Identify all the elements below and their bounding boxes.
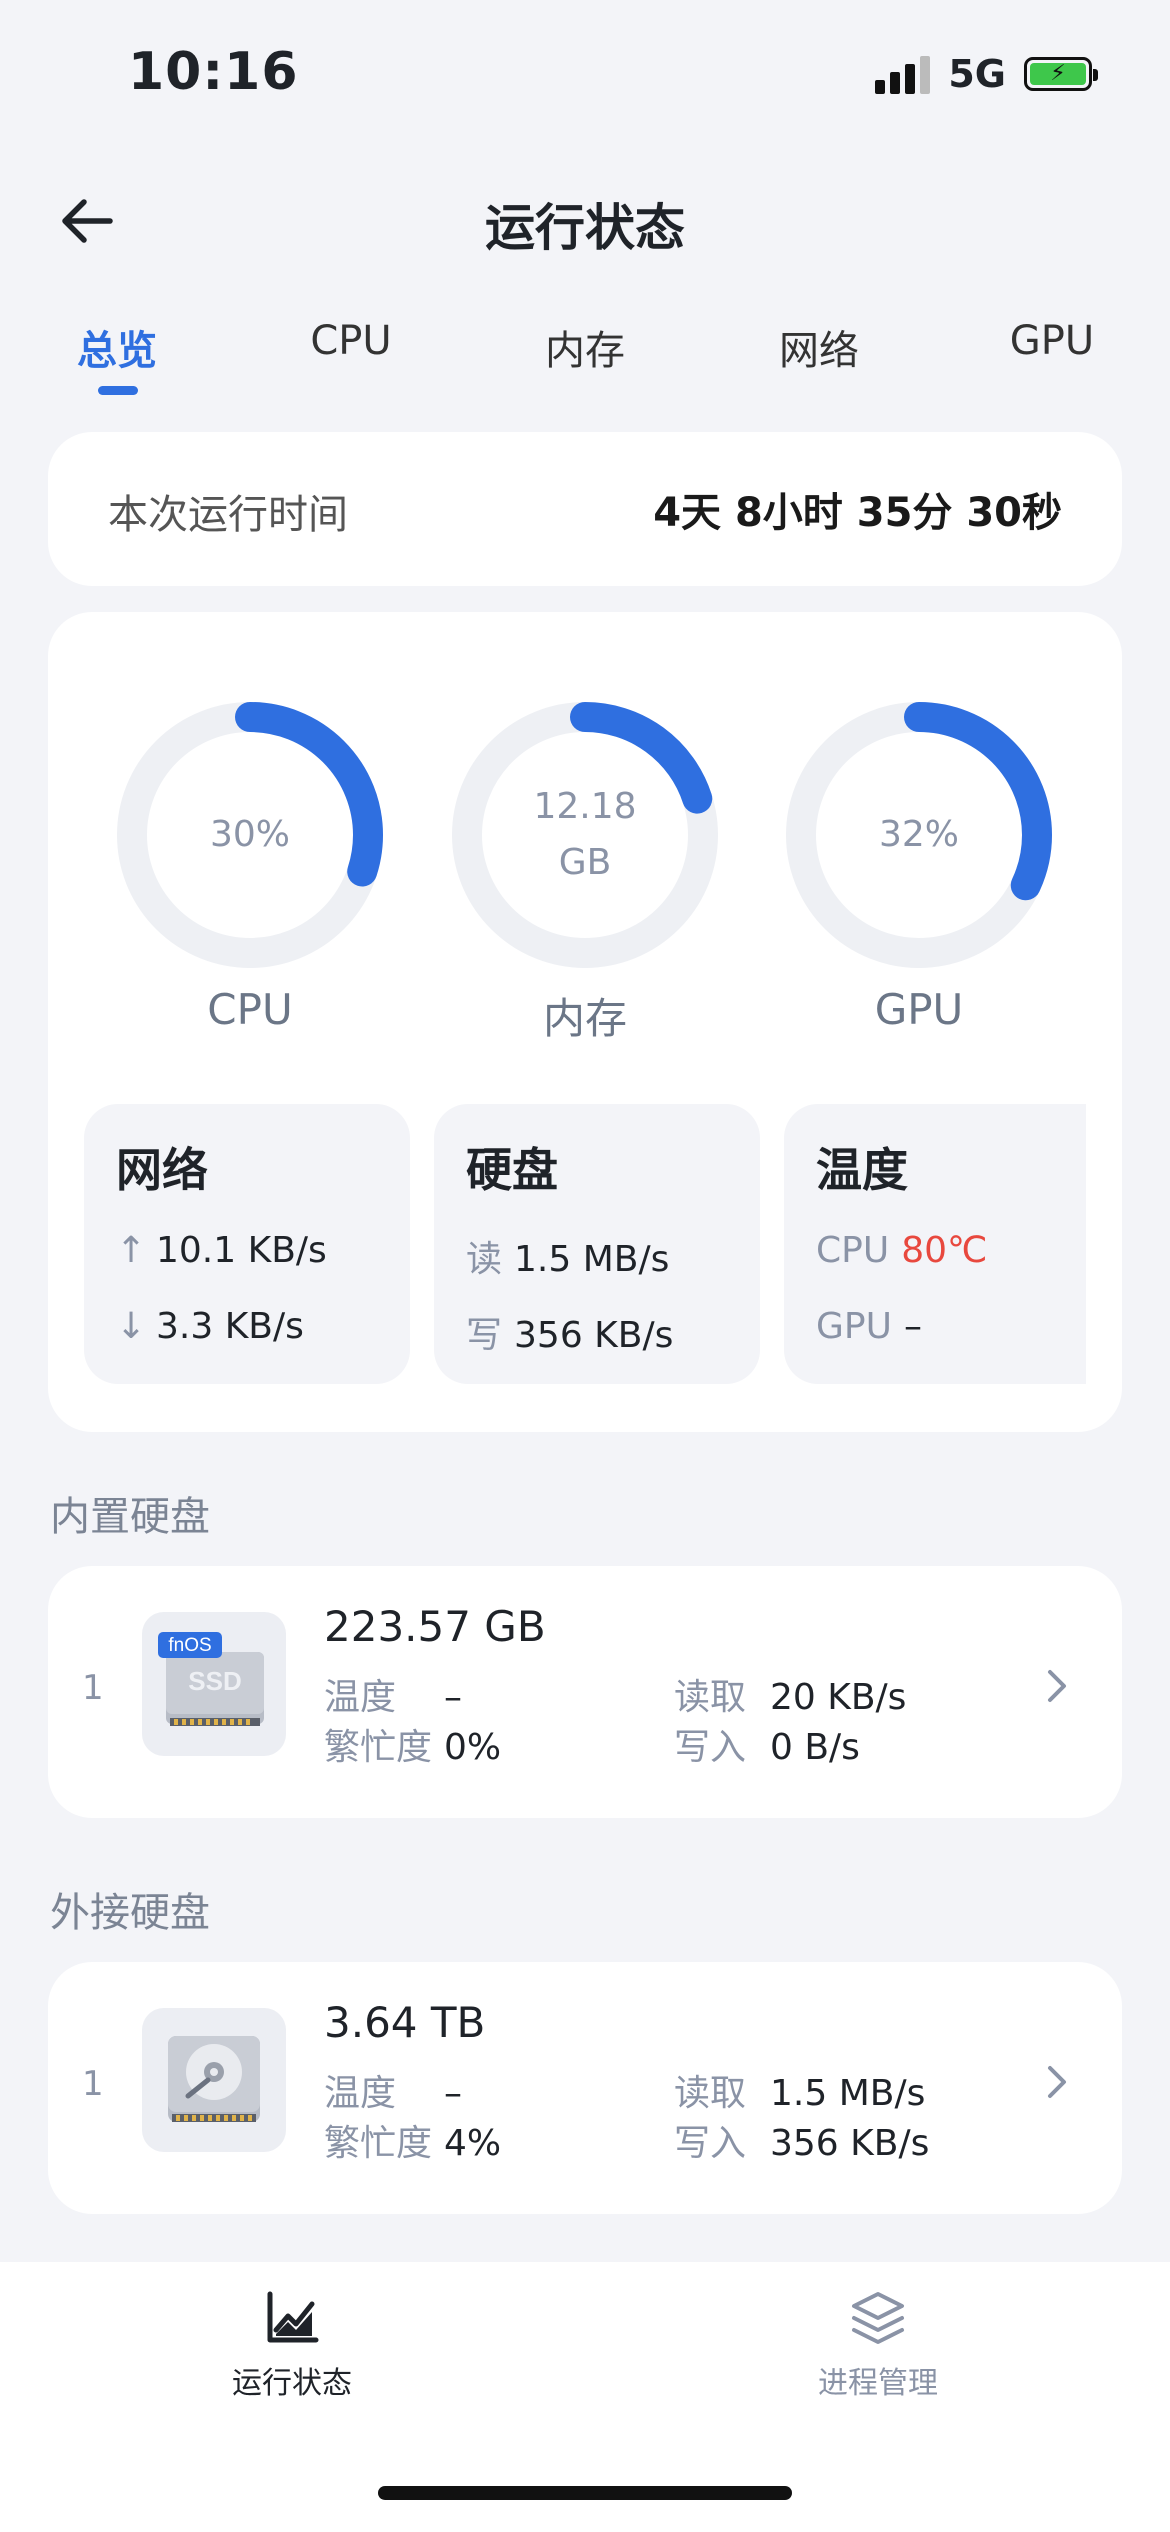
memory-gauge-value: 12.18 <box>533 786 637 827</box>
cpu-gauge-value: 30% <box>209 814 290 855</box>
cpu-temp-value: 80℃ <box>901 1230 988 1271</box>
network-up-value: 10.1 KB/s <box>156 1230 327 1271</box>
temperature-title: 温度 <box>816 1143 908 1197</box>
uptime-value: 4天 8小时 35分 30秒 <box>653 490 1062 536</box>
disk-read-rate-row: 读取 20 KB/s <box>674 1668 906 1720</box>
disk-busy-value: 0% <box>444 1727 502 1768</box>
hdd-icon <box>142 2008 286 2152</box>
tab-network[interactable]: 网络 <box>779 318 859 376</box>
status-time: 10:16 <box>128 42 299 102</box>
disk-write-rate-value: 0 B/s <box>770 1727 860 1768</box>
external-disk-section-title: 外接硬盘 <box>50 1890 210 1936</box>
disk-write-value: 356 KB/s <box>514 1315 674 1356</box>
disk-read-rate-label: 读取 <box>674 2073 747 2114</box>
network-mini-card[interactable]: 网络 ↑ 10.1 KB/s ↓ 3.3 KB/s <box>84 1104 410 1384</box>
signal-icon <box>875 54 931 94</box>
tab-bar: 总览 CPU 内存 网络 GPU <box>0 318 1170 408</box>
status-indicators: 5G ⚡ <box>875 52 1098 96</box>
disk-io-title: 硬盘 <box>466 1143 558 1197</box>
external-disk-item[interactable]: 1 3.64 TB 温度 – 繁忙度 4% 读取 1.5 MB/s 写入 356 KB/… <box>48 1962 1122 2214</box>
internal-disk-section-title: 内置硬盘 <box>50 1494 210 1540</box>
disk-read-rate-value: 20 KB/s <box>770 1677 907 1718</box>
disk-index: 1 <box>82 2064 104 2104</box>
disk-busy-row: 繁忙度 4% <box>324 2114 501 2166</box>
nav-process[interactable]: 进程管理 <box>728 2288 1028 2402</box>
gpu-temp-row: GPU – <box>816 1306 922 1347</box>
chevron-right-icon <box>1048 1670 1066 1702</box>
disk-write-row: 写 356 KB/s <box>466 1306 673 1358</box>
disk-read-rate-row: 读取 1.5 MB/s <box>674 2064 925 2116</box>
nav-process-label: 进程管理 <box>818 2366 938 2401</box>
tab-memory[interactable]: 内存 <box>545 318 625 376</box>
disk-read-rate-label: 读取 <box>674 1677 747 1718</box>
network-down-row: ↓ 3.3 KB/s <box>116 1306 304 1347</box>
battery-icon: ⚡ <box>1024 57 1098 91</box>
disk-write-rate-row: 写入 0 B/s <box>674 1718 860 1770</box>
tab-cpu[interactable]: CPU <box>310 318 391 364</box>
memory-gauge[interactable]: 12.18 GB <box>450 700 720 970</box>
memory-gauge-label: 内存 <box>542 994 627 1043</box>
disk-size: 223.57 GB <box>324 1602 546 1651</box>
disk-write-rate-label: 写入 <box>674 2123 747 2164</box>
cpu-gauge-label: CPU <box>207 985 293 1034</box>
gpu-temp-value: – <box>903 1306 922 1347</box>
layers-icon <box>852 2292 904 2344</box>
gpu-temp-label: GPU <box>816 1306 892 1347</box>
temperature-mini-card[interactable]: 温度 CPU 80℃ GPU – <box>784 1104 1086 1384</box>
disk-write-rate-row: 写入 356 KB/s <box>674 2114 929 2166</box>
internal-disk-item[interactable]: 1 fnOS SSD 223.57 GB 温度 – 繁忙度 0% 读取 20 KB/s… <box>48 1566 1122 1818</box>
nav-status[interactable]: 运行状态 <box>142 2288 442 2402</box>
memory-gauge-unit: GB <box>558 842 612 883</box>
cpu-temp-row: CPU 80℃ <box>816 1230 987 1271</box>
network-up-row: ↑ 10.1 KB/s <box>116 1230 327 1271</box>
disk-io-mini-card[interactable]: 硬盘 读 1.5 MB/s 写 356 KB/s <box>434 1104 760 1384</box>
uptime-label: 本次运行时间 <box>108 492 348 538</box>
tab-overview[interactable]: 总览 <box>77 318 157 376</box>
disk-temp-label: 温度 <box>324 1677 397 1718</box>
disk-read-rate-value: 1.5 MB/s <box>770 2073 926 2114</box>
ssd-badge-text: fnOS <box>168 1635 211 1656</box>
nav-status-label: 运行状态 <box>232 2366 352 2401</box>
disk-size: 3.64 TB <box>324 1998 486 2047</box>
disk-busy-value: 4% <box>444 2123 502 2164</box>
arrow-down-icon: ↓ <box>116 1306 147 1347</box>
uptime-card: 本次运行时间 4天 8小时 35分 30秒 <box>48 432 1122 586</box>
disk-index: 1 <box>82 1668 104 1708</box>
network-type: 5G <box>948 52 1006 96</box>
home-indicator <box>378 2486 792 2500</box>
chart-line-icon <box>267 2291 319 2343</box>
ssd-icon: fnOS SSD <box>142 1612 286 1756</box>
gpu-gauge-label: GPU <box>874 985 964 1034</box>
disk-temp-value: – <box>444 1677 462 1718</box>
tab-gpu[interactable]: GPU <box>1010 318 1094 364</box>
disk-busy-label: 繁忙度 <box>324 1727 433 1768</box>
disk-temp-row: 温度 – <box>324 1668 462 1720</box>
disk-temp-label: 温度 <box>324 2073 397 2114</box>
disk-write-rate-value: 356 KB/s <box>770 2123 930 2164</box>
disk-write-label: 写 <box>466 1315 503 1356</box>
disk-read-row: 读 1.5 MB/s <box>466 1230 669 1282</box>
disk-read-label: 读 <box>466 1239 503 1280</box>
page-title: 运行状态 <box>485 199 685 257</box>
disk-temp-row: 温度 – <box>324 2064 462 2116</box>
arrow-up-icon: ↑ <box>116 1230 147 1271</box>
ssd-type-text: SSD <box>188 1666 241 1696</box>
disk-read-value: 1.5 MB/s <box>514 1239 670 1280</box>
disk-busy-label: 繁忙度 <box>324 2123 433 2164</box>
disk-temp-value: – <box>444 2073 462 2114</box>
network-title: 网络 <box>116 1143 208 1197</box>
cpu-temp-label: CPU <box>816 1230 890 1271</box>
chevron-right-icon <box>1048 2066 1066 2098</box>
gpu-gauge[interactable]: 32% <box>784 700 1054 970</box>
cpu-gauge[interactable]: 30% <box>115 700 385 970</box>
gpu-gauge-value: 32% <box>878 814 959 855</box>
disk-write-rate-label: 写入 <box>674 1727 747 1768</box>
disk-busy-row: 繁忙度 0% <box>324 1718 501 1770</box>
tab-active-indicator <box>98 386 138 395</box>
network-down-value: 3.3 KB/s <box>156 1306 304 1347</box>
